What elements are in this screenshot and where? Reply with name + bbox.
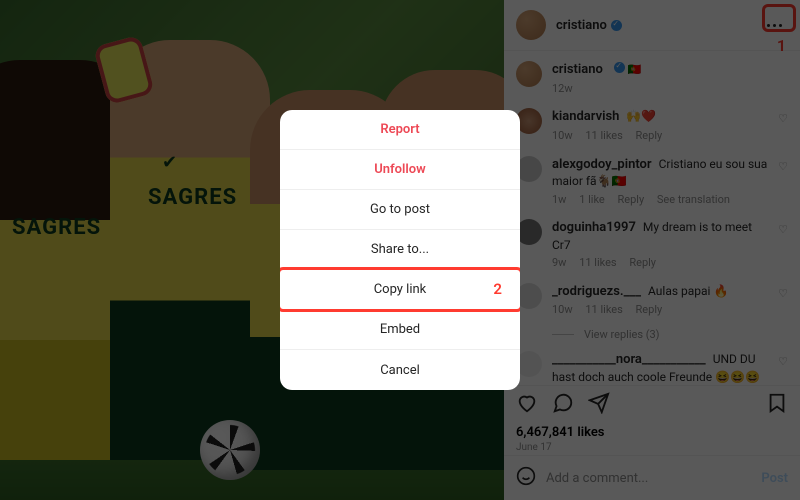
option-copy-link[interactable]: Copy link 2 xyxy=(280,270,520,310)
app-root: SAGRES SAGRES ✔ cristiano cristiano 🇵🇹 1… xyxy=(0,0,800,500)
option-label: Copy link xyxy=(374,282,427,297)
option-share-to[interactable]: Share to... xyxy=(280,230,520,270)
tutorial-step-label: 2 xyxy=(493,280,502,298)
option-embed[interactable]: Embed xyxy=(280,310,520,350)
options-sheet: Report Unfollow Go to post Share to... C… xyxy=(280,110,520,390)
option-cancel[interactable]: Cancel xyxy=(280,350,520,390)
modal-scrim[interactable]: Report Unfollow Go to post Share to... C… xyxy=(0,0,800,500)
option-report[interactable]: Report xyxy=(280,110,520,150)
option-unfollow[interactable]: Unfollow xyxy=(280,150,520,190)
option-go-to-post[interactable]: Go to post xyxy=(280,190,520,230)
